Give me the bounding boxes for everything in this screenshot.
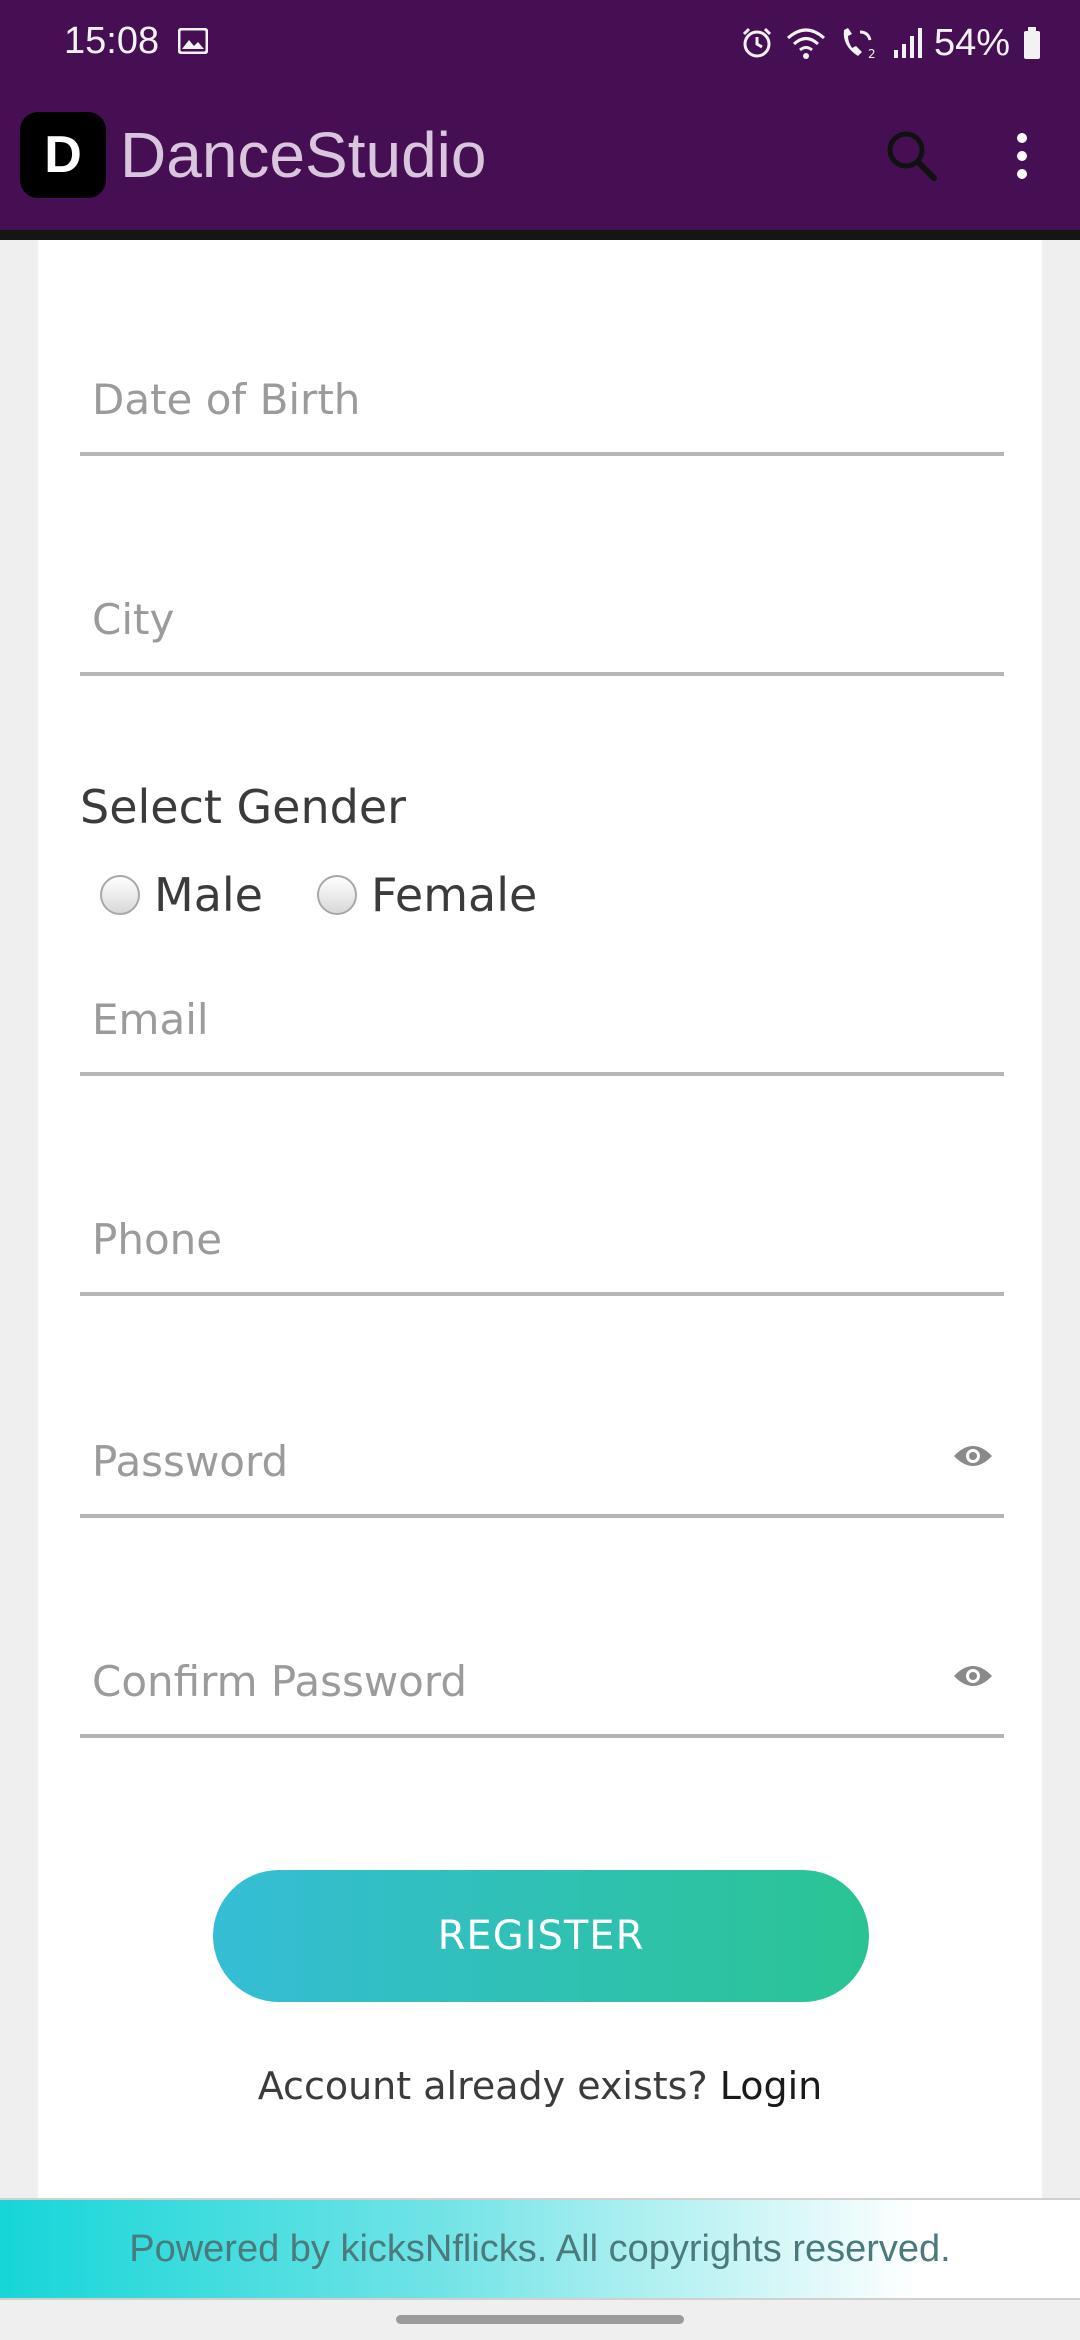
eye-icon[interactable] bbox=[952, 1662, 994, 1690]
female-radio[interactable] bbox=[316, 875, 357, 915]
alarm-icon bbox=[742, 27, 771, 58]
password-placeholder: Password bbox=[92, 1437, 289, 1486]
male-radio[interactable] bbox=[100, 875, 140, 915]
gender-radio-group: Male Female bbox=[100, 868, 537, 922]
confirm-password-placeholder: Confirm Password bbox=[92, 1657, 468, 1706]
confirm-password-field[interactable]: Confirm Password bbox=[80, 1656, 1004, 1738]
status-icons: 2 54% bbox=[740, 18, 1042, 68]
wifi-calling-icon: 2 bbox=[843, 28, 876, 60]
dob-placeholder: Date of Birth bbox=[92, 375, 361, 424]
register-button-label: REGISTER bbox=[437, 1913, 645, 1959]
app-logo-letter: D bbox=[44, 126, 82, 184]
battery-icon bbox=[1024, 27, 1040, 59]
register-button[interactable]: REGISTER bbox=[213, 1870, 869, 2002]
status-time: 15:08 bbox=[64, 20, 160, 62]
battery-percentage: 54% bbox=[933, 21, 1010, 64]
gender-title: Select Gender bbox=[80, 780, 407, 834]
status-bar: 15:08 2 54% bbox=[0, 0, 1080, 86]
account-exists-text: Account already exists? bbox=[257, 2064, 708, 2108]
app-title: DanceStudio bbox=[120, 119, 487, 191]
email-placeholder: Email bbox=[92, 995, 209, 1044]
city-field[interactable]: City bbox=[80, 594, 1004, 676]
signal-icon bbox=[893, 28, 922, 58]
eye-icon[interactable] bbox=[952, 1442, 994, 1470]
wifi-icon bbox=[786, 28, 825, 59]
image-icon bbox=[178, 28, 208, 54]
navigation-handle[interactable] bbox=[396, 2315, 684, 2324]
more-vert-icon[interactable] bbox=[1000, 124, 1044, 188]
search-icon[interactable] bbox=[880, 124, 944, 188]
login-prompt: Account already exists? Login bbox=[0, 2064, 1080, 2108]
footer: Powered by kicksNflicks. All copyrights … bbox=[0, 2198, 1080, 2300]
login-link[interactable]: Login bbox=[720, 2064, 823, 2108]
female-label[interactable]: Female bbox=[371, 868, 537, 922]
dob-field[interactable]: Date of Birth bbox=[80, 374, 1004, 456]
city-placeholder: City bbox=[92, 595, 175, 644]
app-bar-divider bbox=[0, 230, 1080, 240]
male-label[interactable]: Male bbox=[154, 868, 263, 922]
phone-field[interactable]: Phone bbox=[80, 1214, 1004, 1296]
app-logo: D bbox=[20, 112, 106, 198]
footer-text: Powered by kicksNflicks. All copyrights … bbox=[129, 2227, 951, 2270]
email-field[interactable]: Email bbox=[80, 994, 1004, 1076]
password-field[interactable]: Password bbox=[80, 1436, 1004, 1518]
phone-placeholder: Phone bbox=[92, 1215, 223, 1264]
svg-text:2: 2 bbox=[868, 47, 876, 60]
